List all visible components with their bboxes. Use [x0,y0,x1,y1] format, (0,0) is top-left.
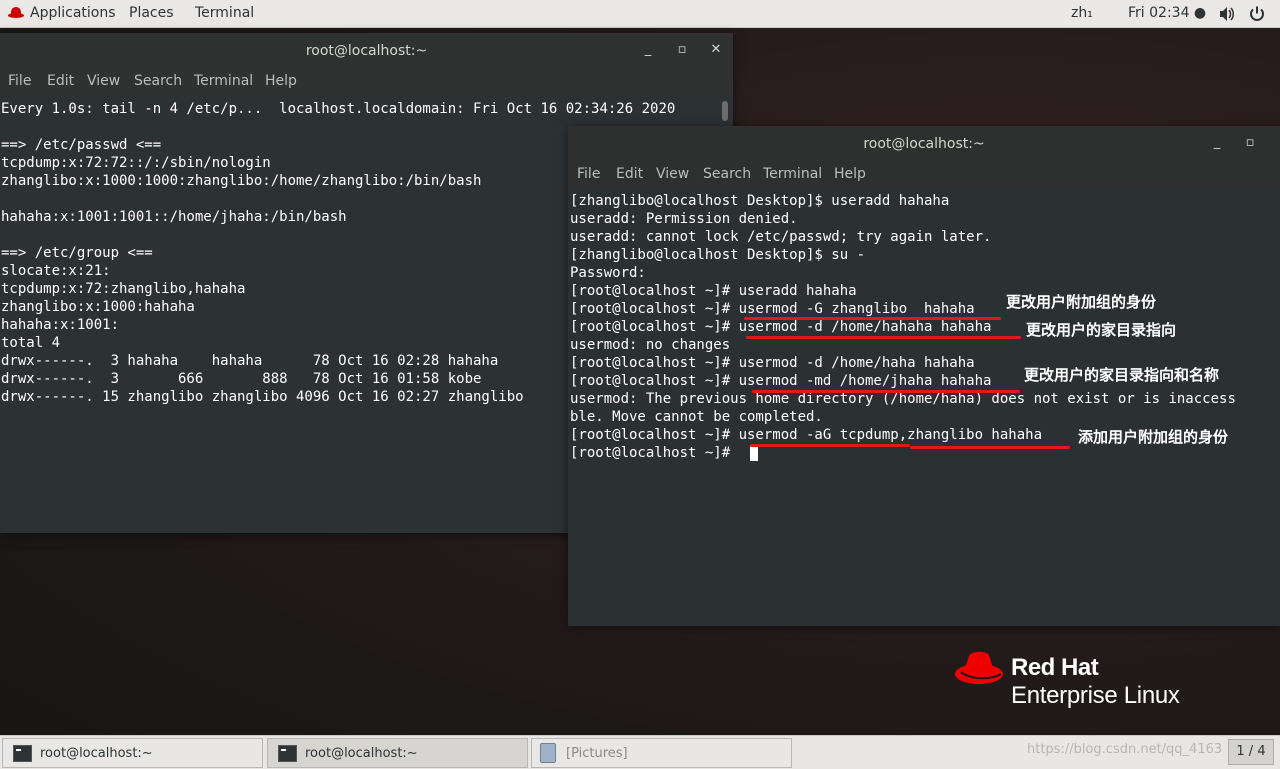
window-titlebar[interactable]: root@localhost:~ _ ▫ [568,126,1280,163]
menu-help[interactable]: Help [834,166,866,182]
workspace-pager[interactable]: 1 / 4 [1228,739,1274,765]
terminal-line: drwx------. 3 666 888 78 Oct 16 01:58 ko… [1,371,482,387]
taskbar-item-label: root@localhost:~ [305,745,418,761]
minimize-icon[interactable]: _ [641,43,655,57]
terminal-line: Every 1.0s: tail -n 4 /etc/p... localhos… [1,101,676,117]
terminal-line: hahaha:x:1001: [1,317,120,333]
power-icon[interactable] [1248,5,1266,27]
menu-terminal[interactable]: Terminal [763,166,822,182]
terminal-line: zhanglibo:x:1000:1000:zhanglibo:/home/zh… [1,173,482,189]
speaker-icon[interactable] [1218,5,1236,27]
menu-edit[interactable]: Edit [616,166,643,182]
logo-line-2: Enterprise Linux [1011,682,1180,709]
menu-bar: File Edit View Search Terminal Help [0,70,733,96]
terminal-line: [root@localhost ~]# usermod -d /home/hah… [570,355,975,371]
terminal-line: drwx------. 15 zhanglibo zhanglibo 4096 … [1,389,524,405]
terminal-line: [root@localhost ~]# usermod -md /home/jh… [570,373,992,389]
folder-icon [540,743,556,763]
annotation-underline [746,336,1021,339]
taskbar-item-label: root@localhost:~ [40,745,153,761]
terminal-line: [root@localhost ~]# usermod -aG tcpdump,… [570,427,1043,443]
menu-terminal[interactable]: Terminal [194,73,253,89]
terminal-line: drwx------. 3 hahaha hahaha 78 Oct 16 02… [1,353,499,369]
window-title: root@localhost:~ [863,136,985,152]
watermark: https://blog.csdn.net/qq_4163 [1027,742,1223,757]
terminal-line: [root@localhost ~]# usermod -G zhanglibo… [570,301,975,317]
terminal-cursor [750,446,758,461]
terminal-window-main[interactable]: root@localhost:~ _ ▫ File Edit View Sear… [568,126,1280,626]
minimize-icon[interactable]: _ [1210,136,1224,150]
taskbar-item-terminal-2[interactable]: root@localhost:~ [267,738,528,768]
terminal-line: useradd: cannot lock /etc/passwd; try ag… [570,229,992,245]
scrollbar[interactable] [722,101,728,121]
annotation-note: 更改用户的家目录指向 [1026,321,1177,339]
terminal-line: zhanglibo:x:1000:hahaha [1,299,195,315]
terminal-line: ble. Move cannot be completed. [570,409,823,425]
menu-help[interactable]: Help [265,73,297,89]
terminal-app-menu[interactable]: Terminal [195,5,254,21]
menu-file[interactable]: File [577,166,600,182]
annotation-note: 更改用户的家目录指向和名称 [1024,366,1220,384]
terminal-line: ==> /etc/passwd <== [1,137,162,153]
window-title: root@localhost:~ [305,43,428,59]
annotation-underline [910,446,1070,449]
terminal-line: tcpdump:x:72:72::/:/sbin/nologin [1,155,271,171]
applications-label: Applications [30,5,116,21]
window-titlebar[interactable]: root@localhost:~ _ ▫ ✕ [0,33,733,70]
logo-line-1: Red Hat [1011,654,1099,681]
annotation-underline [750,444,910,447]
terminal-line: slocate:x:21: [1,263,111,279]
taskbar-item-label: [Pictures] [566,745,628,761]
redhat-hat-icon [955,651,1003,684]
top-bar: Applications Places Terminal zh₁ Fri 02:… [0,0,1280,28]
terminal-icon [13,744,32,762]
terminal-output[interactable]: [zhanglibo@localhost Desktop]$ useradd h… [568,190,1280,626]
annotation-note: 添加用户附加组的身份 [1078,428,1229,446]
menu-view[interactable]: View [656,166,689,182]
annotation-underline [744,317,1001,320]
terminal-line: Password: [570,265,646,281]
menu-search[interactable]: Search [703,166,751,182]
terminal-line: [root@localhost ~]# usermod -d /home/hah… [570,319,992,335]
input-method-indicator[interactable]: zh₁ [1071,5,1093,21]
taskbar-item-pictures[interactable]: [Pictures] [531,738,792,768]
terminal-line: [root@localhost ~]# [570,445,739,461]
menu-bar: File Edit View Search Terminal Help [568,163,1280,190]
places-menu[interactable]: Places [129,5,174,21]
terminal-line: [zhanglibo@localhost Desktop]$ useradd h… [570,193,950,209]
terminal-line: [root@localhost ~]# useradd hahaha [570,283,857,299]
close-icon[interactable]: ✕ [709,43,723,57]
menu-edit[interactable]: Edit [47,73,74,89]
terminal-line: total 4 [1,335,61,351]
terminal-line: useradd: Permission denied. [570,211,798,227]
taskbar-item-terminal-1[interactable]: root@localhost:~ [2,738,263,768]
annotation-note: 更改用户附加组的身份 [1006,293,1157,311]
terminal-line: ==> /etc/group <== [1,245,153,261]
menu-search[interactable]: Search [134,73,182,89]
terminal-line: tcpdump:x:72:zhanglibo,hahaha [1,281,246,297]
annotation-underline [752,390,1020,393]
menu-file[interactable]: File [8,73,31,89]
terminal-line: hahaha:x:1001:1001::/home/jhaha:/bin/bas… [1,209,347,225]
maximize-icon[interactable]: ▫ [675,43,689,57]
maximize-icon[interactable]: ▫ [1243,136,1257,150]
terminal-line: usermod: no changes [570,337,731,353]
applications-menu[interactable]: Applications [8,5,116,21]
terminal-icon [278,744,297,762]
redhat-logo: Red Hat Enterprise Linux [955,650,1205,720]
clock[interactable]: Fri 02:34 ● [1128,5,1206,21]
redhat-icon [8,7,24,19]
terminal-line: [zhanglibo@localhost Desktop]$ su - [570,247,866,263]
menu-view[interactable]: View [87,73,120,89]
